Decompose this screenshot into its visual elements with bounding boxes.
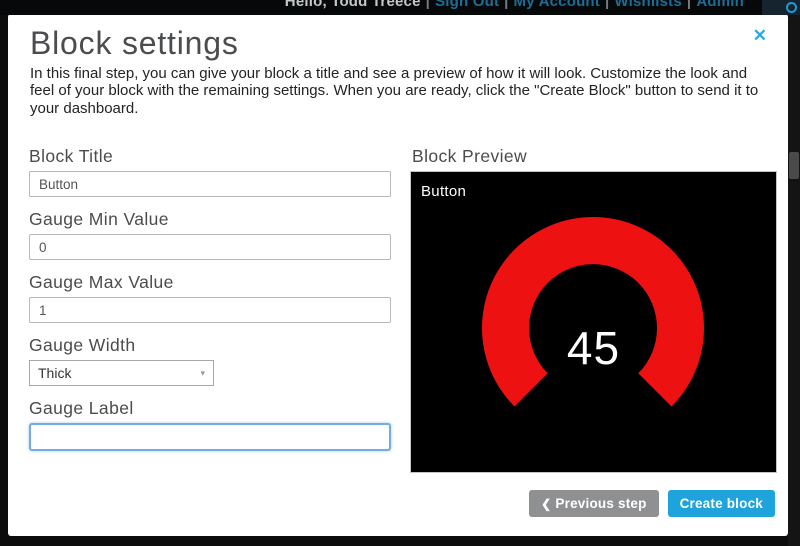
header-separator: | — [499, 0, 513, 10]
chevron-left-icon: ❮ — [541, 497, 551, 511]
gauge-arc-path — [482, 217, 704, 406]
chevron-down-icon: ▾ — [200, 368, 205, 379]
header-link-wishlists[interactable]: Wishlists — [614, 0, 682, 10]
scrollbar-track[interactable] — [788, 15, 800, 546]
gauge-width-field-group: Gauge Width Thick ▾ — [29, 335, 391, 386]
gauge-width-select[interactable]: Thick ▾ — [29, 360, 214, 386]
gauge-width-label: Gauge Width — [29, 335, 391, 355]
modal-actions: ❮ Previous step Create block — [408, 490, 775, 517]
header-link-my-account[interactable]: My Account — [514, 0, 600, 10]
gauge-max-input[interactable] — [29, 297, 391, 323]
block-settings-modal: Block settings ✕ In this final step, you… — [8, 14, 788, 536]
gauge-min-field-group: Gauge Min Value — [29, 209, 391, 260]
user-greeting: Hello, Todd Treece — [285, 0, 421, 10]
gauge-label-input[interactable] — [29, 423, 391, 451]
close-icon[interactable]: ✕ — [753, 27, 767, 44]
modal-title: Block settings — [30, 25, 239, 62]
header-separator: | — [682, 0, 696, 10]
modal-description: In this final step, you can give your bl… — [30, 65, 768, 117]
create-block-button[interactable]: Create block — [668, 490, 775, 517]
gauge-max-label: Gauge Max Value — [29, 272, 391, 292]
gauge-label-field-group: Gauge Label — [29, 398, 391, 451]
scrollbar-thumb[interactable] — [789, 152, 799, 179]
header-link-admin[interactable]: Admin — [696, 0, 744, 10]
settings-form: Block Title Gauge Min Value Gauge Max Va… — [29, 146, 391, 463]
gauge-label-label: Gauge Label — [29, 398, 391, 418]
cart-icon — [786, 2, 797, 13]
cart-button[interactable] — [762, 0, 800, 15]
block-title-input[interactable] — [29, 171, 391, 197]
top-header-bar: Hello, Todd Treece|Sign Out|My Account|W… — [0, 0, 800, 15]
gauge-max-field-group: Gauge Max Value — [29, 272, 391, 323]
header-separator: | — [600, 0, 614, 10]
block-title-label: Block Title — [29, 146, 391, 166]
block-preview: Button 45 — [410, 171, 777, 473]
create-block-label: Create block — [680, 496, 763, 511]
block-preview-heading: Block Preview — [412, 146, 783, 166]
previous-step-label: Previous step — [555, 496, 646, 511]
header-separator: | — [421, 0, 435, 10]
gauge-min-input[interactable] — [29, 234, 391, 260]
header-link-sign-out[interactable]: Sign Out — [435, 0, 499, 10]
gauge-width-selected-value: Thick — [38, 365, 71, 381]
gauge-value: 45 — [411, 321, 776, 375]
gauge-min-label: Gauge Min Value — [29, 209, 391, 229]
block-title-field-group: Block Title — [29, 146, 391, 197]
previous-step-button[interactable]: ❮ Previous step — [529, 490, 658, 517]
preview-column: Block Preview Button 45 — [410, 146, 783, 473]
